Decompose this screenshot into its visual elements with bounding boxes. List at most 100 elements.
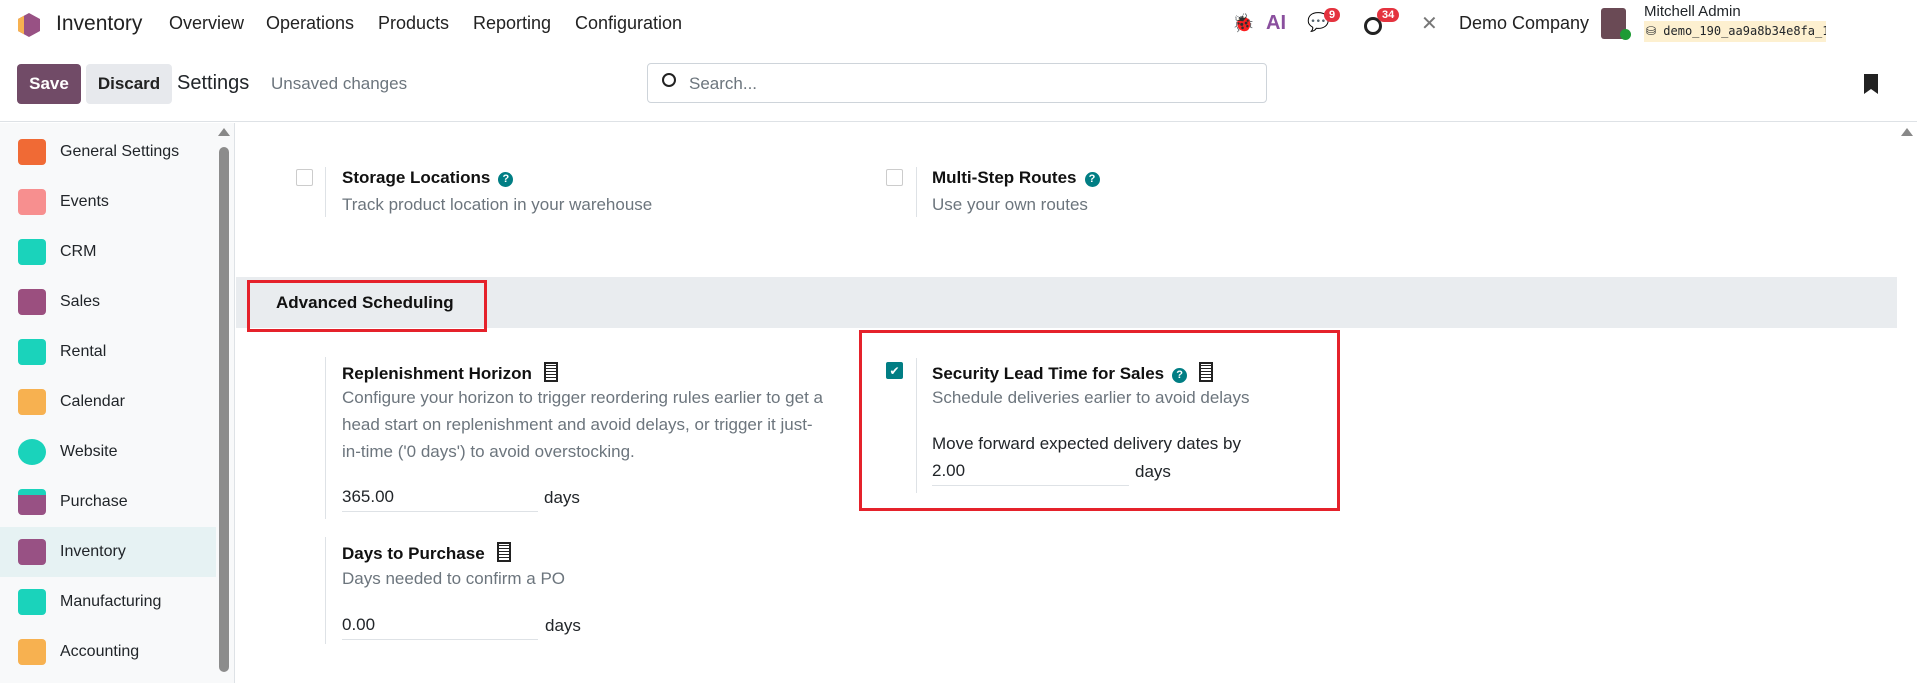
website-icon (18, 439, 46, 465)
security-lead-time-input[interactable]: 2.00 (932, 458, 1129, 486)
menu-reporting[interactable]: Reporting (473, 13, 551, 34)
storage-locations-title: Storage Locations? (342, 168, 514, 188)
security-unit: days (1135, 462, 1171, 481)
search-icon (662, 73, 676, 87)
database-name: ⛁ demo_190_aa9a8b34e8fa_1766… (1644, 21, 1826, 42)
purchase-title-text: Days to Purchase (342, 544, 485, 563)
replenishment-horizon-desc: Configure your horizon to trigger reorde… (342, 384, 862, 465)
discard-button[interactable]: Discard (86, 64, 172, 104)
sidebar-item-label: Calendar (60, 393, 125, 410)
sidebar-item-manufacturing[interactable]: Manufacturing (0, 577, 216, 627)
sidebar-item-label: Sales (60, 293, 101, 310)
security-lead-time-checkbox[interactable]: ✔ (886, 362, 903, 379)
sidebar-item-events[interactable]: Events (0, 177, 216, 227)
sidebar-item-label: Rental (60, 343, 107, 360)
multi-step-routes-checkbox[interactable] (886, 169, 903, 186)
divider (325, 167, 326, 217)
menu-overview[interactable]: Overview (169, 13, 244, 34)
database-text: demo_190_aa9a8b34e8fa_1766… (1663, 24, 1826, 38)
divider (916, 167, 917, 217)
sidebar-item-label: Accounting (60, 643, 140, 660)
section-title-advanced-scheduling: Advanced Scheduling (276, 293, 454, 312)
divider (325, 537, 326, 644)
general-settings-icon (18, 139, 46, 165)
app-name[interactable]: Inventory (56, 12, 142, 36)
sidebar-item-calendar[interactable]: Calendar (0, 377, 216, 427)
purchase-icon (18, 489, 46, 515)
desc-line: Configure your horizon to trigger reorde… (342, 388, 823, 407)
multistep-title-text: Multi-Step Routes (932, 168, 1077, 187)
sidebar-item-label: Website (60, 443, 118, 460)
sidebar-item-inventory[interactable]: Inventory (0, 527, 216, 577)
sidebar-item-purchase[interactable]: Purchase (0, 477, 216, 527)
manufacturing-icon (18, 589, 46, 615)
storage-locations-desc: Track product location in your warehouse (342, 195, 653, 214)
menu-operations[interactable]: Operations (266, 13, 354, 34)
bug-icon[interactable]: 🐞 (1232, 13, 1254, 34)
sidebar-item-crm[interactable]: CRM (0, 227, 216, 277)
sidebar-item-accounting[interactable]: Accounting (0, 627, 216, 677)
company-building-icon (543, 362, 558, 382)
calendar-icon (18, 389, 46, 415)
sidebar-item-label: Purchase (60, 493, 128, 510)
multi-step-routes-title: Multi-Step Routes? (932, 168, 1100, 188)
sidebar-scroll-up-arrow[interactable] (218, 128, 230, 136)
settings-sidebar: General Settings Events CRM Sales Rental… (0, 123, 235, 683)
search-input[interactable]: Search... (647, 63, 1267, 103)
sidebar-item-general-settings[interactable]: General Settings (0, 127, 216, 177)
accounting-icon (18, 639, 46, 665)
days-to-purchase-desc: Days needed to confirm a PO (342, 569, 566, 588)
settings-tools-icon[interactable]: ✕ (1421, 11, 1438, 36)
main-scroll-up-arrow[interactable] (1901, 128, 1913, 136)
search-placeholder: Search... (689, 74, 758, 93)
divider (325, 357, 326, 519)
sidebar-item-label: Inventory (60, 543, 126, 560)
sales-icon (18, 289, 46, 315)
menu-products[interactable]: Products (378, 13, 449, 34)
storage-locations-checkbox[interactable] (296, 169, 313, 186)
storage-title-text: Storage Locations (342, 168, 491, 187)
user-name[interactable]: Mitchell Admin (1644, 3, 1741, 20)
company-building-icon (1199, 362, 1214, 382)
security-lead-time-desc: Schedule deliveries earlier to avoid del… (932, 388, 1250, 407)
unsaved-status: Unsaved changes (271, 74, 408, 93)
help-icon[interactable]: ? (1172, 368, 1188, 383)
menu-configuration[interactable]: Configuration (575, 13, 682, 34)
sidebar-item-sales[interactable]: Sales (0, 277, 216, 327)
messages-badge: 9 (1324, 8, 1341, 22)
inventory-app-icon[interactable] (18, 13, 40, 37)
sidebar-item-label: Manufacturing (60, 593, 162, 610)
rental-key-icon (18, 339, 46, 365)
days-to-purchase-input[interactable]: 0.00 (342, 612, 538, 640)
security-lead-time-title: Security Lead Time for Sales? (932, 362, 1214, 384)
activities-badge: 34 (1377, 8, 1400, 22)
sidebar-item-rental[interactable]: Rental (0, 327, 216, 377)
security-lead-time-label: Move forward expected delivery dates by (932, 434, 1241, 453)
sidebar-item-website[interactable]: Website (0, 427, 216, 477)
save-button[interactable]: Save (17, 64, 81, 104)
replenishment-horizon-title: Replenishment Horizon (342, 362, 558, 384)
desc-line: head start on replenishment and avoid de… (342, 415, 813, 434)
multi-step-routes-desc: Use your own routes (932, 195, 1088, 214)
replenishment-horizon-input[interactable]: 365.00 (342, 484, 538, 512)
ai-icon[interactable]: AI (1266, 12, 1286, 35)
company-building-icon (496, 542, 511, 562)
breadcrumb-settings: Settings (177, 72, 250, 94)
horizon-title-text: Replenishment Horizon (342, 364, 532, 383)
events-icon (18, 189, 46, 215)
sidebar-item-label: CRM (60, 243, 97, 260)
company-switcher[interactable]: Demo Company (1459, 13, 1589, 34)
help-icon[interactable]: ? (1084, 172, 1100, 187)
purchase-unit: days (545, 616, 581, 635)
sidebar-scrollbar[interactable] (219, 147, 229, 672)
security-title-text: Security Lead Time for Sales (932, 364, 1165, 383)
bookmark-icon[interactable] (1864, 74, 1878, 94)
top-navbar: Inventory Overview Operations Products R… (0, 0, 1917, 49)
days-to-purchase-title: Days to Purchase (342, 542, 511, 564)
help-icon[interactable]: ? (498, 172, 514, 187)
sidebar-item-label: Events (60, 193, 109, 210)
online-status-dot (1620, 29, 1631, 40)
sidebar-item-label: General Settings (60, 143, 180, 160)
crm-icon (18, 239, 46, 265)
inventory-icon (18, 539, 46, 565)
